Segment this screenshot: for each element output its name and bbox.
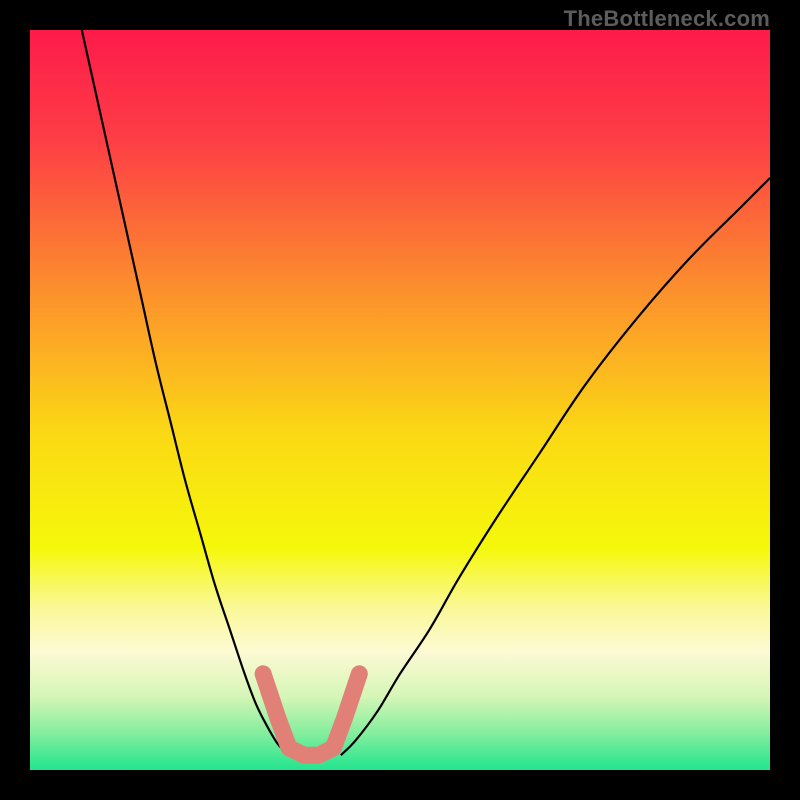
watermark-text: TheBottleneck.com bbox=[564, 6, 770, 32]
plot-area bbox=[30, 30, 770, 770]
outer-frame: TheBottleneck.com bbox=[0, 0, 800, 800]
left-curve bbox=[82, 30, 289, 755]
curves-layer bbox=[30, 30, 770, 770]
right-curve bbox=[341, 178, 770, 755]
